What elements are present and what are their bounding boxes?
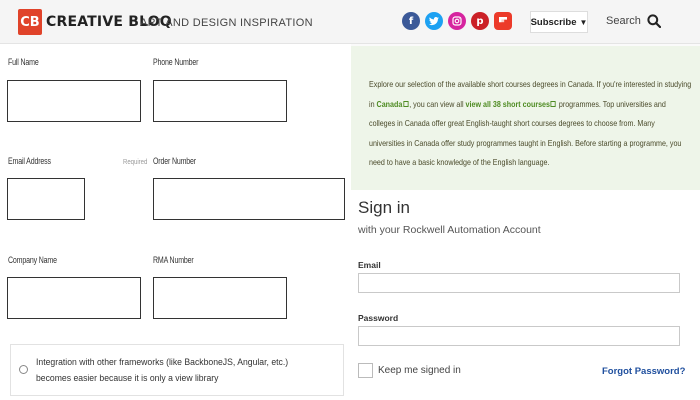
site-tagline: ART AND DESIGN INSPIRATION bbox=[140, 17, 313, 29]
rma-number-input[interactable] bbox=[153, 277, 287, 319]
rma-number-label: RMA Number bbox=[153, 255, 194, 265]
divider bbox=[351, 44, 700, 46]
email-label: Email bbox=[358, 260, 381, 270]
logo-badge: CB bbox=[18, 9, 42, 35]
signin-title: Sign in bbox=[358, 198, 410, 217]
canada-link[interactable]: Canada bbox=[377, 99, 403, 109]
order-number-label: Order Number bbox=[153, 156, 196, 166]
radio-option-text: Integration with other frameworks (like … bbox=[36, 357, 289, 383]
info-panel: Explore our selection of the available s… bbox=[351, 44, 700, 190]
info-text-part: , you can view all bbox=[409, 98, 466, 109]
flipboard-icon[interactable] bbox=[494, 12, 512, 30]
external-link-icon bbox=[550, 101, 557, 108]
radio-button[interactable] bbox=[19, 365, 28, 374]
keep-signed-in-checkbox[interactable] bbox=[358, 363, 373, 378]
keep-signed-in-label[interactable]: Keep me signed in bbox=[378, 365, 461, 376]
password-input[interactable] bbox=[358, 326, 680, 346]
search-icon bbox=[647, 14, 661, 28]
signin-subtitle: with your Rockwell Automation Account bbox=[358, 224, 541, 236]
external-link-icon bbox=[403, 101, 409, 108]
info-paragraph: Explore our selection of the available s… bbox=[369, 75, 692, 173]
pinterest-icon[interactable]: p bbox=[471, 12, 489, 30]
search-button[interactable]: Search bbox=[606, 14, 661, 28]
order-number-input[interactable] bbox=[153, 178, 345, 220]
view-all-courses-link[interactable]: view all 38 short courses bbox=[466, 99, 550, 109]
company-name-label: Company Name bbox=[8, 255, 57, 265]
email-input[interactable] bbox=[358, 273, 680, 293]
social-links: f p bbox=[402, 12, 512, 30]
full-name-input[interactable] bbox=[7, 80, 141, 122]
radio-option-card[interactable]: Integration with other frameworks (like … bbox=[10, 344, 344, 396]
subscribe-dropdown[interactable]: Subscribe ▼ bbox=[530, 11, 588, 33]
company-name-input[interactable] bbox=[7, 277, 141, 319]
site-header: CB CREATIVE BLOQ ART AND DESIGN INSPIRAT… bbox=[0, 0, 700, 44]
email-address-input[interactable] bbox=[7, 178, 85, 220]
search-label: Search bbox=[606, 15, 641, 27]
email-address-label: Email Address bbox=[8, 156, 51, 166]
signin-panel: Sign in with your Rockwell Automation Ac… bbox=[351, 190, 700, 400]
phone-number-label: Phone Number bbox=[153, 57, 199, 67]
subscribe-label: Subscribe bbox=[530, 16, 577, 28]
chevron-down-icon: ▼ bbox=[579, 17, 588, 27]
forgot-password-link[interactable]: Forgot Password? bbox=[602, 366, 685, 377]
password-label: Password bbox=[358, 313, 399, 323]
instagram-icon[interactable] bbox=[448, 12, 466, 30]
full-name-label: Full Name bbox=[8, 57, 39, 67]
twitter-icon[interactable] bbox=[425, 12, 443, 30]
phone-number-input[interactable] bbox=[153, 80, 287, 122]
facebook-icon[interactable]: f bbox=[402, 12, 420, 30]
contact-form: Full Name Phone Number Email Address Req… bbox=[0, 44, 350, 400]
required-label: Required bbox=[123, 157, 148, 166]
